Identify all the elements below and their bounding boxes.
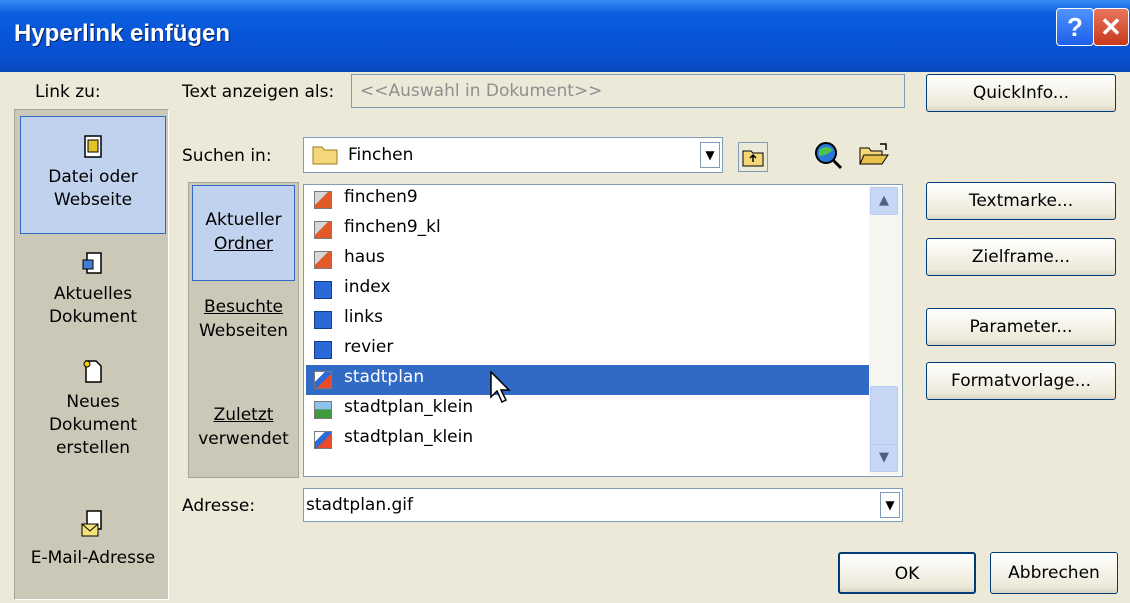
file-web-icon (84, 135, 102, 158)
category-recently-used[interactable]: Zuletzt verwendet (192, 403, 295, 463)
chevron-down-icon[interactable]: ▼ (700, 142, 720, 168)
file-list[interactable]: finchen9 finchen9_kl haus index links re… (303, 184, 903, 477)
vertical-scrollbar[interactable]: ▲ ▼ (869, 186, 901, 475)
ok-button[interactable]: OK (838, 552, 976, 594)
place-label: Dokument (48, 307, 138, 327)
category-label: Zuletzt (213, 405, 274, 425)
style-button[interactable]: Formatvorlage... (926, 362, 1116, 400)
target-frame-button[interactable]: Zielframe... (926, 238, 1116, 276)
place-current-document[interactable]: Aktuelles Dokument (20, 252, 166, 352)
email-icon (81, 510, 102, 537)
place-file-webpage[interactable]: Datei oder Webseite (20, 116, 166, 234)
link-to-label: Link zu: (35, 82, 101, 102)
place-label: Aktuelles (53, 284, 133, 304)
place-label: Neues (66, 392, 120, 412)
image-file-icon (314, 401, 332, 419)
help-button[interactable]: ? (1056, 8, 1094, 46)
list-item[interactable]: stadtplan_klein (306, 395, 872, 425)
category-label: Ordner (213, 234, 274, 254)
bookmark-button[interactable]: Textmarke... (926, 182, 1116, 220)
place-label: E-Mail-Adresse (30, 548, 156, 568)
category-label: Webseiten (198, 321, 288, 341)
list-item[interactable]: index (306, 275, 872, 305)
look-in-dropdown[interactable]: Finchen ▼ (303, 137, 723, 173)
file-name: finchen9_kl (344, 217, 441, 237)
look-in-label: Suchen in: (182, 146, 272, 166)
cancel-button[interactable]: Abbrechen (990, 552, 1118, 594)
place-label: erstellen (55, 438, 131, 458)
place-label: Dokument (48, 415, 138, 435)
file-name: revier (344, 337, 394, 357)
scroll-up-icon[interactable]: ▲ (870, 187, 898, 215)
place-label: Datei oder (48, 167, 138, 187)
category-bar: Aktueller Ordner Besuchte Webseiten Zule… (188, 182, 299, 478)
category-label: verwendet (198, 429, 289, 449)
link-to-bar: Datei oder Webseite Aktuelles Dokument N… (14, 109, 169, 600)
list-item[interactable]: stadtplan_klein (306, 425, 872, 455)
address-value: stadtplan.gif (306, 495, 414, 515)
web-search-icon (815, 142, 843, 170)
category-current-folder[interactable]: Aktueller Ordner (192, 185, 295, 281)
quickinfo-button[interactable]: QuickInfo... (926, 74, 1116, 112)
list-item[interactable]: links (306, 305, 872, 335)
list-item-selected[interactable]: stadtplan (306, 365, 872, 395)
scroll-down-icon[interactable]: ▼ (870, 444, 898, 472)
title-bar: Hyperlink einfügen ? ✕ (0, 0, 1130, 72)
folder-icon (312, 146, 338, 165)
chevron-down-icon[interactable]: ▼ (880, 492, 900, 518)
look-in-value: Finchen (348, 145, 414, 165)
place-new-document[interactable]: Neues Dokument erstellen (20, 360, 166, 490)
folder-up-icon (742, 150, 764, 167)
category-label: Aktueller (205, 210, 282, 230)
parameters-button[interactable]: Parameter... (926, 308, 1116, 346)
file-name: stadtplan_klein (344, 397, 474, 417)
web-page-icon (314, 281, 332, 299)
open-folder-icon (859, 143, 889, 165)
place-email-address[interactable]: E-Mail-Adresse (20, 500, 166, 592)
gif-file-icon (314, 371, 332, 389)
dialog-body: Link zu: Datei oder Webseite Aktuelles D… (0, 72, 1130, 603)
display-text-label: Text anzeigen als: (182, 82, 335, 102)
web-page-icon (314, 341, 332, 359)
list-item[interactable]: haus (306, 245, 872, 275)
scroll-thumb[interactable] (870, 386, 898, 446)
address-label: Adresse: (182, 496, 256, 516)
file-name: haus (344, 247, 385, 267)
display-text-value: <<Auswahl in Dokument>> (360, 81, 603, 101)
mouse-cursor-icon (490, 371, 511, 404)
window-title: Hyperlink einfügen (14, 20, 231, 47)
web-page-icon (314, 311, 332, 329)
close-button[interactable]: ✕ (1093, 8, 1129, 46)
image-file-icon (314, 191, 332, 209)
list-item[interactable]: finchen9 (306, 185, 872, 215)
document-icon (82, 252, 102, 274)
new-document-icon (83, 360, 102, 383)
file-name: links (344, 307, 383, 327)
file-name: finchen9 (344, 187, 418, 207)
file-name: index (344, 277, 391, 297)
place-label: Webseite (53, 190, 133, 210)
address-field[interactable]: stadtplan.gif ▼ (303, 488, 903, 522)
image-file-icon (314, 251, 332, 269)
gif-file-icon (314, 431, 332, 449)
file-name: stadtplan (344, 367, 425, 387)
folder-up-button[interactable] (738, 142, 768, 172)
display-text-field[interactable]: <<Auswahl in Dokument>> (351, 74, 905, 108)
browse-web-button[interactable] (813, 140, 843, 170)
category-label: Besuchte (204, 297, 283, 317)
file-name: stadtplan_klein (344, 427, 474, 447)
list-item[interactable]: revier (306, 335, 872, 365)
image-file-icon (314, 221, 332, 239)
browse-file-button[interactable] (858, 140, 889, 170)
category-browsed-pages[interactable]: Besuchte Webseiten (192, 295, 295, 355)
list-item[interactable]: finchen9_kl (306, 215, 872, 245)
